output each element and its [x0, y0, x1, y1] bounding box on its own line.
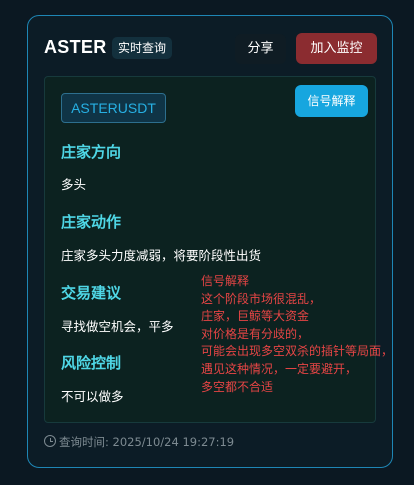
signal-explain-button[interactable]: 信号解释: [295, 85, 368, 117]
signal-annotation: 信号解释这个阶段市场很混乱， 庄家，巨鲸等大资金 对价格是有分歧的， 可能会出现多空双…: [201, 273, 393, 396]
query-time-text: 查询时间: 2025/10/24 19:27:19: [59, 435, 235, 449]
section-content-direction: 多头: [61, 177, 87, 192]
section-title-risk: 风险控制: [61, 354, 122, 372]
annotation-line: 多空都不合适: [201, 379, 274, 394]
section-content-risk: 不可以做多: [61, 389, 124, 404]
coin-title: ASTER: [44, 37, 107, 57]
annotation-line: 对价格是有分歧的，: [201, 326, 310, 341]
realtime-query-tag: 实时查询: [112, 37, 173, 59]
clock-icon: [44, 435, 56, 447]
query-time-row: 查询时间: 2025/10/24 19:27:19: [44, 434, 234, 450]
section-title-advice: 交易建议: [61, 284, 122, 302]
annotation-line: 庄家，巨鲸等大资金: [201, 309, 310, 324]
annotation-line: 遇见这种情况，一定要避开，: [201, 361, 358, 376]
share-button[interactable]: 分享: [235, 34, 286, 64]
add-monitor-button[interactable]: 加入监控: [296, 33, 377, 64]
section-content-advice: 寻找做空机会，平多: [61, 319, 174, 334]
section-content-action: 庄家多头力度减弱，将要阶段性出货: [61, 248, 262, 263]
annotation-line: 信号解释: [201, 274, 250, 288]
symbol-badge: ASTERUSDT: [61, 93, 166, 123]
page: ASTER 实时查询 分享 加入监控 ASTERUSDT 信号解释 庄家方向 多…: [0, 0, 414, 485]
signal-card: ASTER 实时查询 分享 加入监控 ASTERUSDT 信号解释 庄家方向 多…: [27, 15, 393, 468]
section-title-direction: 庄家方向: [61, 143, 122, 161]
section-title-action: 庄家动作: [61, 213, 122, 231]
annotation-line: 可能会出现多空双杀的插针等局面，: [201, 344, 394, 359]
annotation-line: 这个阶段市场很混乱，: [201, 291, 322, 306]
